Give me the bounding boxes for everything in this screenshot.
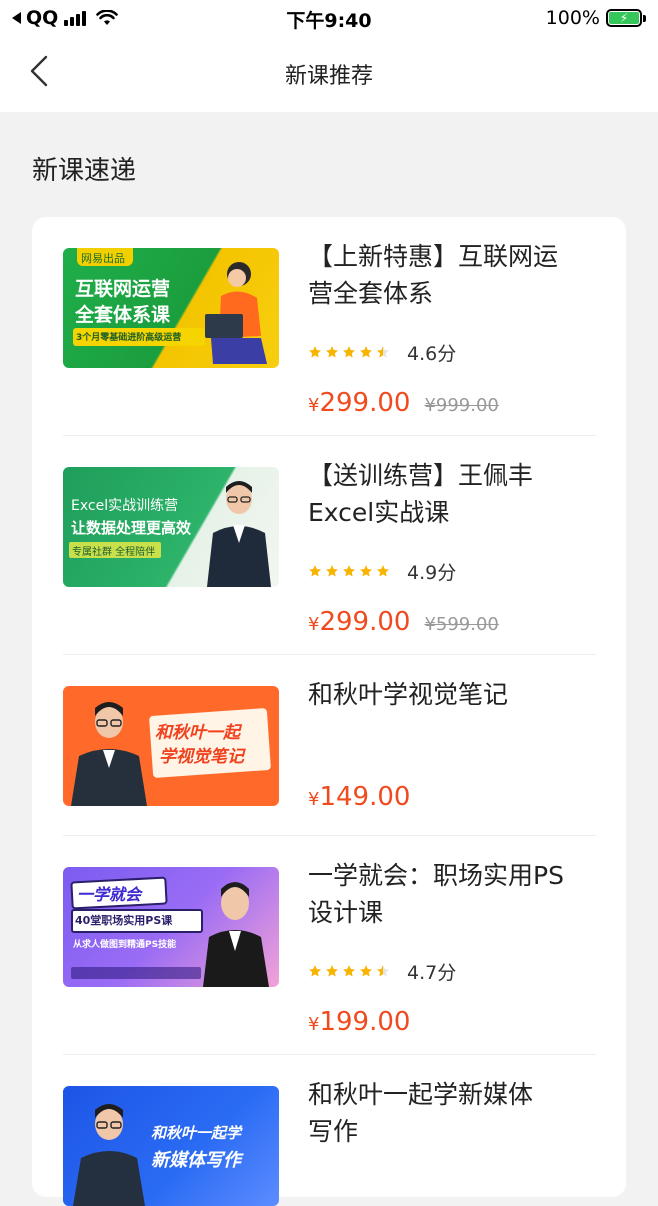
star-rating	[308, 564, 393, 578]
rating-value: 4.9分	[407, 561, 457, 584]
price-row: ¥299.00 ¥999.00	[308, 388, 499, 418]
thumb-badge: 网易出品	[81, 252, 125, 265]
star-icon	[326, 965, 338, 977]
course-thumbnail[interactable]: 一学就会 40堂职场实用PS课 从求人做图到精通PS技能	[63, 867, 279, 987]
course-thumbnail[interactable]: 和秋叶一起 学视觉笔记	[63, 686, 279, 806]
course-thumbnail[interactable]: 网易出品 互联网运营 全套体系课 3个月零基础进阶高级运营	[63, 248, 279, 368]
course-title[interactable]: 和秋叶一起学新媒体 写作	[308, 1076, 598, 1150]
course-rating: 4.9分	[308, 558, 456, 584]
status-right: 100% ⚡	[546, 6, 646, 30]
price-row: ¥199.00	[308, 1007, 410, 1037]
star-icon	[360, 965, 372, 977]
course-title-line: 和秋叶学视觉笔记	[308, 680, 509, 709]
instructor-photo	[207, 481, 271, 587]
instructor-photo	[73, 1104, 145, 1206]
half-star-icon	[377, 346, 389, 358]
price-value: 149.00	[319, 782, 411, 812]
price-row: ¥149.00	[308, 782, 410, 812]
person-illustration	[205, 262, 267, 364]
page-title: 新课推荐	[284, 64, 373, 89]
divider	[63, 654, 596, 655]
thumb-sub: 专属社群 全程陪伴	[72, 547, 156, 558]
course-title-line: 营全套体系	[308, 279, 434, 308]
course-title[interactable]: 【上新特惠】互联网运 营全套体系	[308, 238, 598, 312]
thumb-line1: Excel实战训练营	[71, 498, 179, 514]
instructor-photo	[71, 702, 147, 806]
thumb-line2: 让数据处理更高效	[71, 519, 192, 537]
battery-percent: 100%	[545, 7, 600, 29]
price-value: 199.00	[319, 1007, 411, 1037]
half-star-icon	[377, 965, 389, 977]
current-price: ¥299.00	[308, 607, 411, 637]
course-title-line: 和秋叶一起学新媒体	[308, 1080, 534, 1109]
star-icon	[309, 565, 321, 577]
star-icon	[343, 565, 355, 577]
price-value: 299.00	[319, 607, 411, 637]
divider	[63, 835, 596, 836]
section-title: 新课速递	[32, 156, 137, 186]
divider	[63, 1054, 596, 1055]
star-icon	[326, 346, 338, 358]
star-icon	[377, 565, 389, 577]
course-title-line: 【送训练营】王佩丰	[308, 461, 534, 490]
thumb-sub: 从求人做图到精通PS技能	[73, 940, 177, 950]
current-price: ¥299.00	[308, 388, 411, 418]
course-title-line: 【上新特惠】互联网运	[308, 242, 559, 271]
course-title-line: 一学就会：职场实用PS	[308, 861, 564, 890]
thumb-line2: 学视觉笔记	[159, 747, 244, 767]
course-title-line: 写作	[308, 1117, 359, 1146]
battery-icon: ⚡	[606, 9, 642, 27]
star-icon	[343, 346, 355, 358]
star-icon	[343, 965, 355, 977]
original-price: ¥599.00	[424, 614, 499, 635]
original-price: ¥999.00	[424, 395, 499, 416]
course-title-line: 设计课	[308, 898, 384, 927]
course-list-card: 网易出品 互联网运营 全套体系课 3个月零基础进阶高级运营 【上新特惠】互联网运…	[32, 217, 626, 1206]
course-title[interactable]: 一学就会：职场实用PS 设计课	[308, 857, 598, 931]
course-thumbnail[interactable]: 和秋叶一起学 新媒体写作	[63, 1086, 279, 1206]
star-rating	[308, 964, 393, 978]
current-price: ¥199.00	[308, 1007, 411, 1037]
course-thumbnail[interactable]: Excel实战训练营 让数据处理更高效 专属社群 全程陪伴	[63, 467, 279, 587]
star-rating	[308, 345, 393, 359]
course-rating: 4.7分	[308, 958, 456, 984]
course-title-line: Excel实战课	[308, 498, 450, 527]
thumb-line2: 新媒体写作	[151, 1150, 241, 1171]
thumb-line1: 和秋叶一起学	[151, 1124, 242, 1142]
thumb-line1: 和秋叶一起	[155, 723, 240, 743]
star-icon	[360, 346, 372, 358]
rating-value: 4.6分	[407, 342, 457, 365]
star-icon	[309, 965, 321, 977]
price-value: 299.00	[319, 388, 411, 418]
thumb-sub: 3个月零基础进阶高级运营	[76, 333, 182, 343]
rating-value: 4.7分	[407, 961, 457, 984]
divider	[63, 435, 596, 436]
course-title[interactable]: 和秋叶学视觉笔记	[308, 676, 598, 713]
star-icon	[309, 346, 321, 358]
course-rating: 4.6分	[308, 339, 456, 365]
thumb-line2: 全套体系课	[75, 304, 171, 326]
current-price: ¥149.00	[308, 782, 411, 812]
thumb-line1: 一学就会	[77, 885, 142, 904]
thumb-line1: 互联网运营	[75, 278, 171, 300]
thumb-line2: 40堂职场实用PS课	[75, 914, 173, 927]
status-bar: QQ 下午9:40 100% ⚡	[0, 0, 658, 38]
star-icon	[326, 565, 338, 577]
battery-tip	[643, 14, 646, 22]
nav-bar: 新课推荐	[0, 38, 658, 112]
star-icon	[360, 565, 372, 577]
course-title[interactable]: 【送训练营】王佩丰 Excel实战课	[308, 457, 598, 531]
instructor-photo	[203, 882, 269, 987]
price-row: ¥299.00 ¥599.00	[308, 607, 499, 637]
